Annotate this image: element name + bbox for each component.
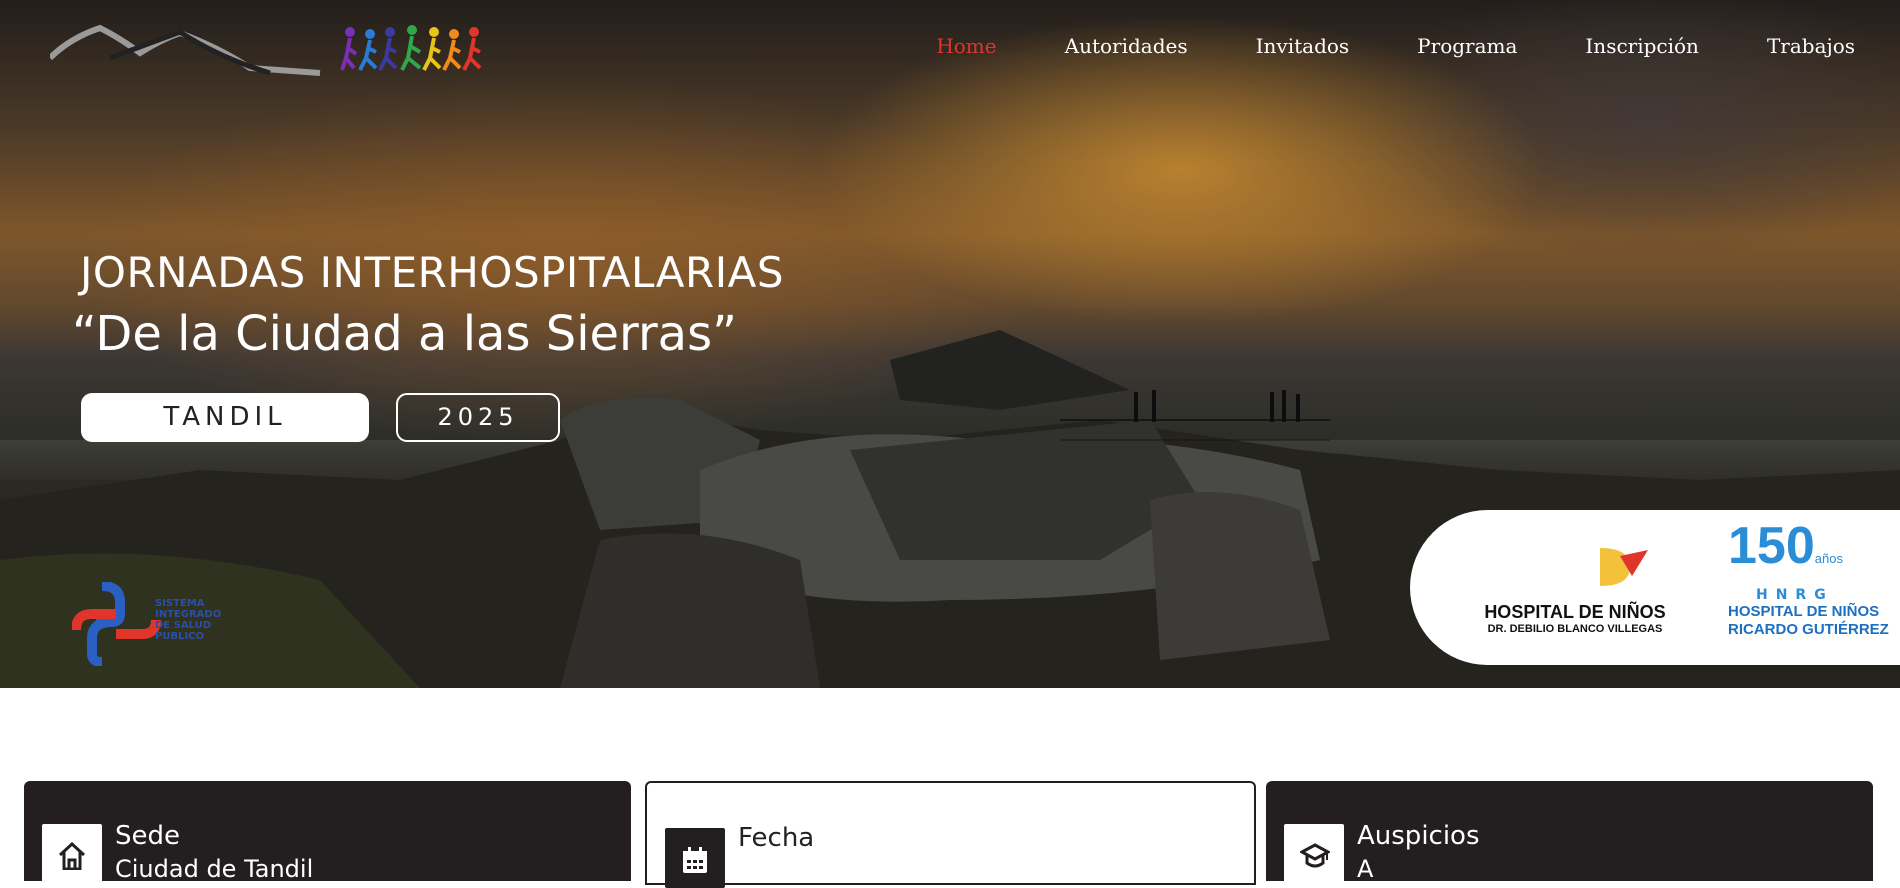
card-icon-box (1284, 824, 1344, 884)
partner-logos-panel: HOSPITAL DE NIÑOS DR. DEBILIO BLANCO VIL… (1410, 510, 1900, 665)
site-logo[interactable] (50, 18, 500, 78)
main-nav: Home Autoridades Invitados Programa Insc… (936, 28, 1900, 64)
info-card-auspicios: Auspicios A (1266, 781, 1873, 884)
runners-icon (340, 25, 482, 71)
hospital-2-name-line1: HOSPITAL DE NIÑOS (1728, 603, 1880, 620)
anniversary-mark: 150años (1728, 518, 1898, 587)
city-button[interactable]: TANDIL (81, 393, 369, 442)
sistema-line-1: SISTEMA (155, 598, 205, 609)
nav-autoridades[interactable]: Autoridades (1065, 28, 1188, 64)
anniversary-number: 150 (1728, 517, 1815, 575)
hospital-1-name: HOSPITAL DE NIÑOS (1484, 602, 1666, 622)
sistema-line-3: DE SALUD (155, 620, 211, 631)
sistema-line-4: PUBLICO (155, 631, 205, 642)
nav-invitados[interactable]: Invitados (1256, 28, 1350, 64)
card-value-auspicios: A (1357, 855, 1374, 883)
card-icon-box (42, 824, 102, 884)
home-icon (58, 842, 86, 870)
hospital-1-subtitle: DR. DEBILIO BLANCO VILLEGAS (1487, 623, 1663, 635)
hnrg-initials: HNRG (1756, 587, 1834, 603)
card-title-sede: Sede (115, 821, 180, 851)
card-icon-box (665, 828, 725, 888)
hospital-1-emblem-icon (1600, 548, 1648, 586)
sistema-line-2: INTEGRADO (155, 609, 222, 620)
hero-subtitle: “De la Ciudad a las Sierras” (72, 306, 737, 362)
card-title-fecha: Fecha (738, 823, 815, 853)
hospital-2-name-line2: RICARDO GUTIÉRREZ (1728, 621, 1889, 638)
info-card-sede: Sede Ciudad de Tandil (24, 781, 631, 884)
year-button[interactable]: 2025 (396, 393, 560, 442)
info-card-fecha: Fecha (645, 781, 1256, 888)
hospital-gutierrez-logo: 150años HNRG HOSPITAL DE NIÑOS RICARDO G… (1728, 518, 1898, 639)
hero-title: JORNADAS INTERHOSPITALARIAS (80, 248, 784, 297)
nav-programa[interactable]: Programa (1417, 28, 1517, 64)
nav-inscripcion[interactable]: Inscripción (1585, 28, 1699, 64)
graduation-cap-icon (1300, 843, 1330, 868)
card-value-sede: Ciudad de Tandil (115, 855, 314, 883)
sistema-salud-text: SISTEMA INTEGRADO DE SALUD PUBLICO (155, 598, 235, 642)
hospital-blanco-villegas-logo: HOSPITAL DE NIÑOS DR. DEBILIO BLANCO VIL… (1470, 538, 1680, 635)
nav-trabajos[interactable]: Trabajos (1767, 28, 1855, 64)
calendar-icon (683, 847, 707, 873)
nav-home[interactable]: Home (936, 28, 996, 64)
anniversary-unit: años (1814, 551, 1843, 566)
card-title-auspicios: Auspicios (1357, 821, 1480, 851)
